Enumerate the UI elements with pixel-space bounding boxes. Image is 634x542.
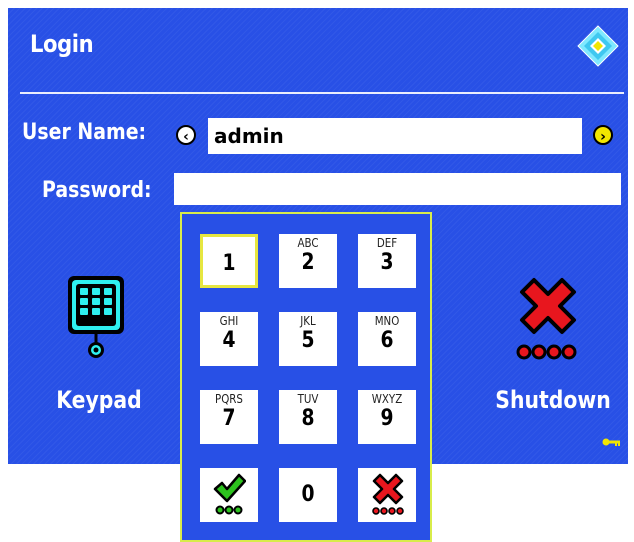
password-field[interactable] — [174, 173, 621, 205]
keypad-icon — [68, 276, 124, 358]
key-digit: 7 — [222, 406, 236, 431]
key-letters: WXYZ — [371, 392, 403, 406]
window-title: Login — [30, 30, 94, 58]
username-field[interactable] — [208, 118, 582, 154]
key-digit: 6 — [380, 328, 394, 353]
key-letters: PQRS — [215, 392, 243, 406]
arrow-left-icon[interactable]: ‹ — [176, 125, 196, 145]
key-digit: 9 — [380, 406, 394, 431]
key-9[interactable]: WXYZ 9 — [358, 390, 416, 444]
key-digit: 0 — [301, 482, 315, 507]
cancel-x-icon — [372, 473, 404, 515]
cancel-button[interactable] — [358, 468, 416, 522]
key-digit: 4 — [222, 328, 236, 353]
shutdown-button[interactable]: Shutdown — [486, 270, 611, 430]
key-digit: 8 — [301, 406, 315, 431]
confirm-button[interactable] — [200, 468, 258, 522]
key-8[interactable]: TUV 8 — [279, 390, 337, 444]
shutdown-x-icon — [516, 278, 577, 360]
key-digit: 1 — [222, 251, 236, 276]
shutdown-label: Shutdown — [495, 386, 611, 414]
key-digit: 3 — [380, 250, 394, 275]
key-3[interactable]: DEF 3 — [358, 234, 416, 288]
key-letters: TUV — [297, 392, 319, 406]
key-letters: GHI — [219, 314, 239, 328]
key-5[interactable]: JKL 5 — [279, 312, 337, 366]
key-1[interactable]: 1 — [200, 234, 258, 288]
key-letters: ABC — [297, 236, 319, 250]
key-6[interactable]: MNO 6 — [358, 312, 416, 366]
key-0[interactable]: 0 — [279, 468, 337, 522]
keypad-popup: 1 ABC 2 DEF 3 GHI 4 JKL 5 MNO 6 PQRS 7 T… — [180, 212, 432, 542]
key-digit: 2 — [301, 250, 315, 275]
diamond-logo-icon — [577, 25, 619, 67]
key-icon[interactable] — [602, 434, 622, 450]
key-2[interactable]: ABC 2 — [279, 234, 337, 288]
key-7[interactable]: PQRS 7 — [200, 390, 258, 444]
keypad-button[interactable]: Keypad — [44, 270, 154, 430]
arrow-right-icon[interactable]: › — [593, 125, 613, 145]
key-letters: MNO — [374, 314, 400, 328]
username-label: User Name: — [22, 120, 147, 145]
key-letters: DEF — [376, 236, 398, 250]
title-divider — [20, 92, 624, 94]
password-label: Password: — [42, 178, 152, 203]
key-digit: 5 — [301, 328, 315, 353]
keypad-label: Keypad — [56, 386, 142, 414]
key-4[interactable]: GHI 4 — [200, 312, 258, 366]
check-icon — [213, 473, 246, 515]
key-letters: JKL — [300, 314, 316, 328]
